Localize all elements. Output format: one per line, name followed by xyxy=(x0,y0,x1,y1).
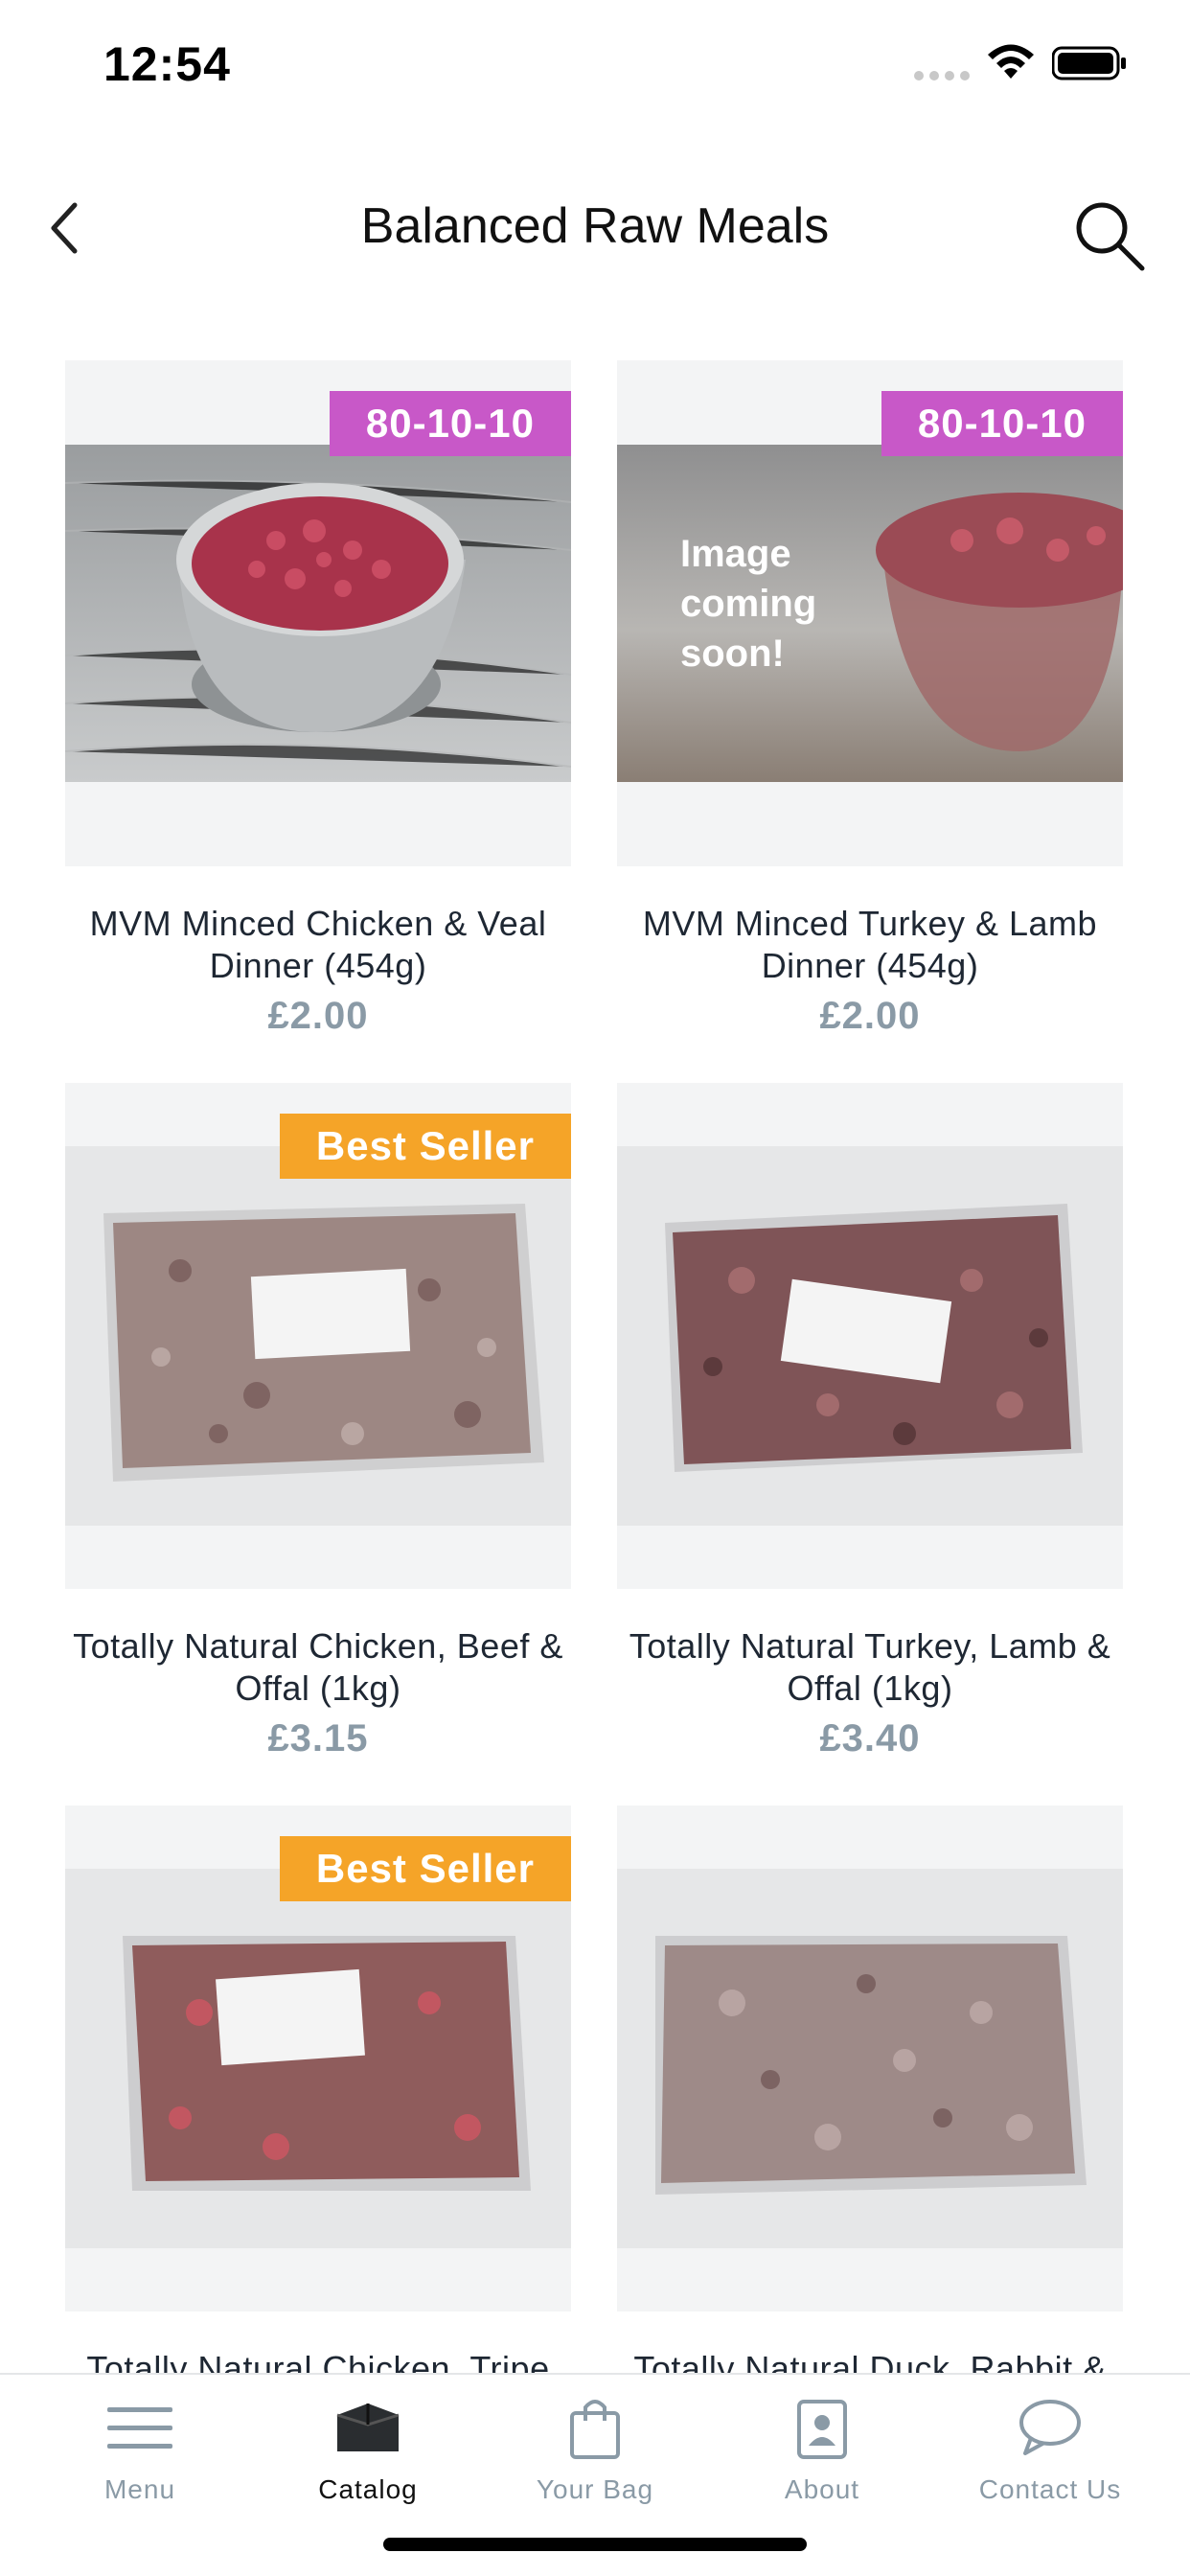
tab-label: Catalog xyxy=(318,2474,418,2504)
page-title: Balanced Raw Meals xyxy=(360,198,830,254)
menu-icon xyxy=(107,2407,172,2449)
product-image xyxy=(617,1083,1123,1589)
product-card[interactable]: Image coming soon! 80-10-10 MVM Minced T… xyxy=(617,360,1123,1038)
product-price: £3.40 xyxy=(819,1717,921,1760)
shopping-bag-icon xyxy=(570,2400,620,2459)
product-price: £2.00 xyxy=(819,995,921,1037)
product-name: MVM Minced Chicken & Veal Dinner (454g) xyxy=(89,904,547,985)
tab-contact-us[interactable]: Contact Us xyxy=(935,2394,1165,2505)
tab-label: Contact Us xyxy=(978,2474,1122,2504)
bag-photo xyxy=(617,1146,1123,1526)
bag-photo xyxy=(65,1869,571,2248)
chat-bubble-icon xyxy=(1019,2400,1081,2455)
tab-menu[interactable]: Menu xyxy=(25,2394,255,2505)
product-image: Image coming soon! 80-10-10 xyxy=(617,360,1123,866)
product-card[interactable]: 80-10-10 MVM Minced Chicken & Veal Dinne… xyxy=(65,360,571,1038)
product-name: Totally Natural Turkey, Lamb & Offal (1k… xyxy=(629,1626,1111,1708)
best-seller-badge: Best Seller xyxy=(279,1114,571,1179)
product-image: Best Seller xyxy=(65,1806,571,2312)
best-seller-badge: Best Seller xyxy=(279,1836,571,1901)
image-placeholder-text: Image coming soon! xyxy=(680,533,817,675)
search-icon[interactable] xyxy=(1073,199,1146,272)
status-time: 12:54 xyxy=(103,37,231,91)
tab-catalog[interactable]: Catalog xyxy=(253,2394,483,2505)
product-image: Best Seller xyxy=(65,1083,571,1589)
status-bar: 12:54 xyxy=(0,0,1190,134)
tab-your-bag[interactable]: Your Bag xyxy=(480,2394,710,2505)
product-price: £3.15 xyxy=(267,1717,369,1760)
catalog-box-icon xyxy=(336,2404,400,2451)
tab-about[interactable]: About xyxy=(707,2394,937,2505)
bowl-photo xyxy=(65,445,571,782)
product-badge: 80-10-10 xyxy=(329,391,571,456)
cellular-signal-icon xyxy=(914,71,970,80)
product-card[interactable]: Totally Natural Turkey, Lamb & Offal (1k… xyxy=(617,1083,1123,1760)
home-indicator xyxy=(383,2538,807,2551)
bag-photo xyxy=(617,1869,1123,2248)
product-badge: 80-10-10 xyxy=(881,391,1123,456)
product-name: Totally Natural Chicken, Beef & Offal (1… xyxy=(73,1626,563,1708)
tab-label: Menu xyxy=(103,2474,176,2504)
battery-icon xyxy=(1052,46,1126,80)
wifi-icon xyxy=(988,44,1034,79)
product-card[interactable]: Best Seller Totally Natural Chicken, Bee… xyxy=(65,1083,571,1760)
bag-photo xyxy=(65,1146,571,1526)
product-card[interactable]: Best Seller Totally Natural Chicken, Tri… xyxy=(65,1806,571,2390)
contact-card-icon xyxy=(797,2400,847,2459)
product-card[interactable]: Totally Natural Duck, Rabbit & xyxy=(617,1806,1123,2390)
tab-label: Your Bag xyxy=(536,2474,654,2504)
tab-label: About xyxy=(784,2474,860,2504)
product-price: £2.00 xyxy=(267,995,369,1037)
product-image: 80-10-10 xyxy=(65,360,571,866)
nav-bar: Balanced Raw Meals xyxy=(0,163,1190,288)
product-name: MVM Minced Turkey & Lamb Dinner (454g) xyxy=(642,904,1098,985)
product-image xyxy=(617,1806,1123,2312)
